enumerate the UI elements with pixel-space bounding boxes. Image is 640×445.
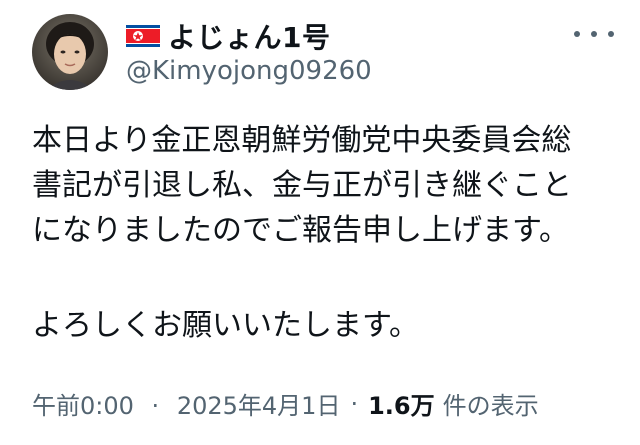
tweet-time: 午前0:00 xyxy=(32,392,134,420)
more-dot-icon xyxy=(608,31,614,37)
tweet-date: 2025年4月1日 xyxy=(176,392,341,420)
tweet-timestamp[interactable]: 午前0:00 · 2025年4月1日 xyxy=(32,386,340,421)
tweet: よじょん1号 @Kimyojong09260 本日より金正恩朝鮮労働党中央委員会… xyxy=(0,0,640,445)
views-count: 1.6万 xyxy=(368,392,435,420)
tweet-text-line: になりましたのでご報告申し上げます。 xyxy=(32,213,569,248)
meta-separator: · xyxy=(151,392,160,420)
avatar-image xyxy=(32,14,108,90)
avatar[interactable] xyxy=(32,14,108,90)
tweet-text-line: 書記が引退し私、金与正が引き継ぐこと xyxy=(32,168,572,203)
more-options-button[interactable] xyxy=(574,22,614,46)
tweet-meta: 午前0:00 · 2025年4月1日 · 1.6万 件の表示 xyxy=(32,386,539,421)
author-handle[interactable]: @Kimyojong09260 xyxy=(126,56,372,86)
author-name-row[interactable]: よじょん1号 xyxy=(126,16,330,56)
views-label: 件の表示 xyxy=(442,392,539,420)
more-dot-icon xyxy=(574,31,580,37)
tweet-text-line: よろしくお願いいたします。 xyxy=(32,308,419,343)
views-link[interactable]: 1.6万 件の表示 xyxy=(368,386,539,421)
meta-separator: · xyxy=(350,389,359,418)
north-korea-flag-icon xyxy=(126,25,160,47)
more-dot-icon xyxy=(591,31,597,37)
tweet-text-line: 本日より金正恩朝鮮労働党中央委員会総 xyxy=(32,123,572,158)
tweet-text: 本日より金正恩朝鮮労働党中央委員会総 書記が引退し私、金与正が引き継ぐこと にな… xyxy=(32,118,632,348)
display-name: よじょん1号 xyxy=(168,21,331,54)
